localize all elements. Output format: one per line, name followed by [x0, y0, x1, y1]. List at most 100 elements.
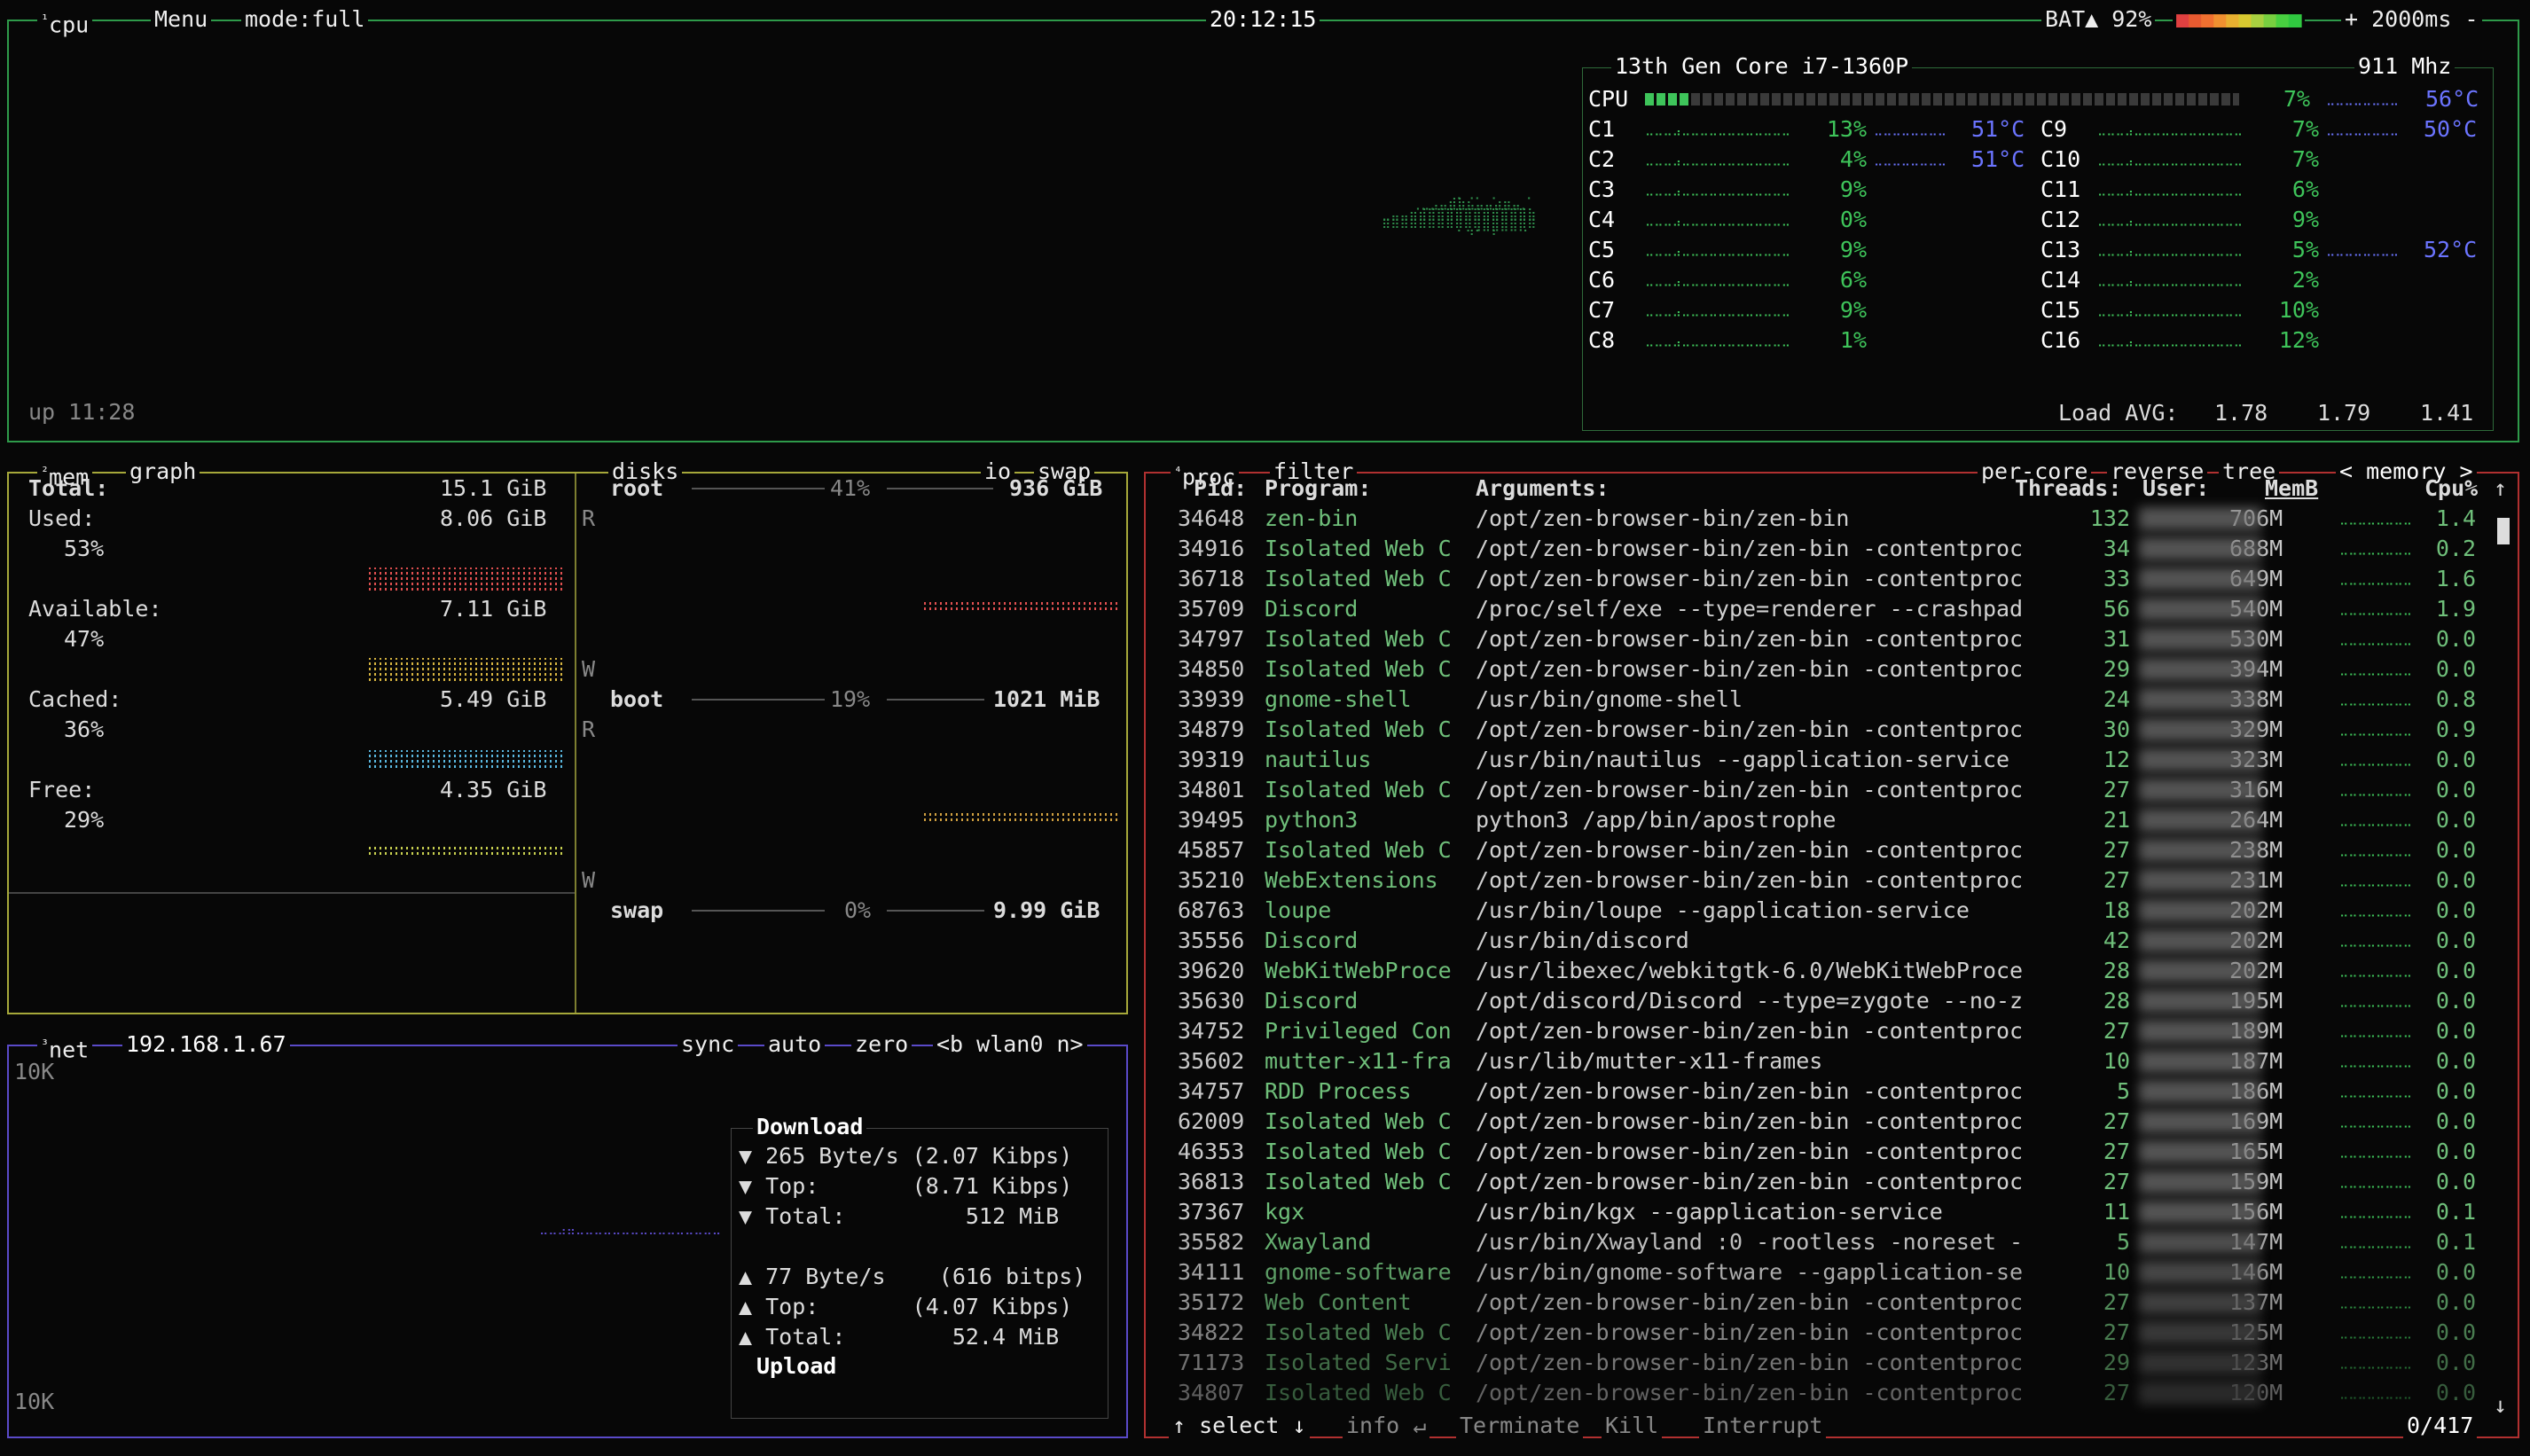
table-row[interactable]: 36813 Isolated Web C/opt/zen-browser-bin/…	[1146, 1167, 2511, 1197]
core-name: C14	[2040, 267, 2081, 293]
header-pid[interactable]: Pid:	[1194, 474, 1247, 504]
table-row[interactable]: 34648 zen-bin/opt/zen-browser-bin/zen-bin…	[1146, 504, 2511, 534]
core-pct: 7%	[2291, 116, 2319, 142]
program-cell: Isolated Web C	[1265, 626, 1452, 652]
table-row[interactable]: 33939gnome-shell/usr/bin/gnome-shell2433…	[1146, 685, 2511, 715]
cpu-graph: ⡀⢀⡀ ⡀ ⢀ ⢀⣀⣠⣤⣾⣷⣦⣤⣤⣴⣶⣤⡀ ⣀⣤⣤⣶⣾⣿⣿⣿⣿⣿⣿⣿⣿⣿⣿⣿⣷ …	[1382, 188, 1537, 243]
interrupt-button[interactable]: Interrupt	[1699, 1412, 1827, 1440]
net-sync-toggle[interactable]: sync	[678, 1030, 739, 1059]
refresh-interval[interactable]: + 2000ms -	[2341, 5, 2482, 34]
table-row[interactable]: 39620 WebKitWebProce/usr/libexec/webkitgt…	[1146, 956, 2511, 986]
arguments-cell: /usr/lib/mutter-x11-frames	[1476, 1048, 1823, 1074]
core-row: C6 ⣀⣀⣀⣠⣀⣀⣀⣀⣀⣀⣀⣀⣀⣀⣀⣀ 6%	[1583, 265, 2026, 295]
program-cell: Isolated Web C	[1265, 716, 1452, 742]
cpu-tab[interactable]: ¹cpu	[37, 5, 93, 40]
graph-toggle[interactable]: graph	[126, 458, 200, 486]
program-cell: Isolated Web C	[1265, 1139, 1452, 1164]
core-pct: 6%	[1839, 267, 1867, 293]
table-row[interactable]: 35172 Web Content/opt/zen-browser-bin/zen…	[1146, 1288, 2511, 1318]
threads-cell: 27	[2103, 1319, 2130, 1345]
mem-used-pct: 53%	[64, 536, 105, 561]
arguments-cell: /usr/bin/nautilus --gapplication-service	[1476, 747, 2010, 772]
table-row[interactable]: 35630 Discord/opt/discord/Discord --type=…	[1146, 986, 2511, 1016]
table-row[interactable]: 35709 Discord/proc/self/exe --type=render…	[1146, 594, 2511, 624]
disk-root-name: root	[610, 475, 664, 501]
net-auto-toggle[interactable]: auto	[764, 1030, 826, 1059]
table-row[interactable]: 46353 Isolated Web C/opt/zen-browser-bin/…	[1146, 1137, 2511, 1167]
core-sparkline: ⣀⣀⣀⣠⣀⣀⣀⣀⣀⣀⣀⣀⣀⣀⣀⣀	[2097, 273, 2244, 287]
core-name: C13	[2040, 237, 2081, 262]
net-stats-panel: Download ▼ 265 Byte/s (2.07 Kibps) ▼ Top…	[731, 1113, 1108, 1419]
net-interface-selector[interactable]: <b wlan0 n>	[933, 1030, 1087, 1059]
table-row[interactable]: 62009 Isolated Web C/opt/zen-browser-bin/…	[1146, 1107, 2511, 1137]
disk-swap-size: 9.99 GiB	[993, 897, 1101, 923]
table-row[interactable]: 39319 nautilus/usr/bin/nautilus --gapplic…	[1146, 745, 2511, 775]
user-cell-redacted	[2139, 507, 2261, 530]
table-row[interactable]: 34807 Isolated Web C/opt/zen-browser-bin/…	[1146, 1378, 2511, 1408]
table-row[interactable]: 34801 Isolated Web C/opt/zen-browser-bin/…	[1146, 775, 2511, 805]
core-name: C8	[1588, 327, 1616, 353]
core-pct: 0%	[1839, 207, 1867, 232]
table-row[interactable]: 34879 Isolated Web C/opt/zen-browser-bin/…	[1146, 715, 2511, 745]
cpu-cell: 0.0	[2435, 1018, 2476, 1044]
select-control[interactable]: ↑ select ↓	[1169, 1412, 1310, 1440]
header-mem[interactable]: MemB	[2265, 474, 2318, 504]
header-threads[interactable]: Threads:	[2015, 474, 2121, 504]
threads-cell: 27	[2103, 1169, 2130, 1194]
threads-cell: 27	[2103, 777, 2130, 802]
table-row[interactable]: 36718 Isolated Web C/opt/zen-browser-bin/…	[1146, 564, 2511, 594]
user-cell-redacted	[2139, 1050, 2261, 1073]
pid-cell: 71173	[1178, 1350, 1245, 1375]
pid-cell: 34801	[1178, 777, 1245, 802]
kill-button[interactable]: Kill	[1602, 1412, 1663, 1440]
table-row[interactable]: 34111 gnome-software/usr/bin/gnome-softwa…	[1146, 1257, 2511, 1288]
table-row[interactable]: 71173 Isolated Servi/opt/zen-browser-bin/…	[1146, 1348, 2511, 1378]
battery-cell: ■	[2263, 6, 2276, 32]
disk-boot-graph	[924, 810, 1121, 821]
net-tab-num: ³	[41, 1037, 50, 1053]
table-row[interactable]: 68763 loupe/usr/bin/loupe --gapplication-…	[1146, 896, 2511, 926]
cpu-cell: 0.0	[2435, 1350, 2476, 1375]
table-row[interactable]: 34757 RDD Process/opt/zen-browser-bin/zen…	[1146, 1076, 2511, 1107]
header-program[interactable]: Program:	[1265, 474, 1371, 504]
core-pct: 10%	[2278, 297, 2319, 323]
mem-total-value: 15.1 GiB	[440, 475, 547, 501]
table-row[interactable]: 35210 WebExtensions/opt/zen-browser-bin/z…	[1146, 865, 2511, 896]
scroll-up-icon[interactable]: ↑	[2494, 474, 2507, 504]
table-row[interactable]: 35582 Xwayland/usr/bin/Xwayland :0 -rootl…	[1146, 1227, 2511, 1257]
user-cell-redacted	[2139, 1110, 2261, 1133]
info-button[interactable]: info ↵	[1343, 1412, 1430, 1440]
table-row[interactable]: 35602 mutter-x11-fra/usr/lib/mutter-x11-f…	[1146, 1046, 2511, 1076]
table-row[interactable]: 34797 Isolated Web C/opt/zen-browser-bin/…	[1146, 624, 2511, 654]
pid-cell: 39495	[1178, 807, 1245, 833]
header-cpu[interactable]: Cpu%	[2424, 474, 2478, 504]
program-cell: kgx	[1265, 1199, 1305, 1225]
net-zero-button[interactable]: zero	[851, 1030, 913, 1059]
user-cell-redacted	[2139, 1201, 2261, 1224]
table-row[interactable]: 34822 Isolated Web C/opt/zen-browser-bin/…	[1146, 1318, 2511, 1348]
table-row[interactable]: 34850 Isolated Web C/opt/zen-browser-bin/…	[1146, 654, 2511, 685]
table-row[interactable]: 45857 Isolated Web C/opt/zen-browser-bin/…	[1146, 835, 2511, 865]
table-row[interactable]: 34916 Isolated Web C/opt/zen-browser-bin/…	[1146, 534, 2511, 564]
cpu-cell: 0.0	[2435, 777, 2476, 802]
arguments-cell: /opt/zen-browser-bin/zen-bin -contentpro…	[1476, 536, 2024, 561]
threads-cell: 27	[2103, 837, 2130, 863]
terminate-button[interactable]: Terminate	[1456, 1412, 1584, 1440]
core-sparkline: ⣀⣀⣀⣠⣀⣀⣀⣀⣀⣀⣀⣀⣀⣀⣀⣀	[1645, 333, 1791, 348]
pid-cell: 35602	[1178, 1048, 1245, 1074]
disk-boot-line2	[887, 699, 984, 701]
user-cell-redacted	[2139, 839, 2261, 862]
table-row[interactable]: 35556Discord/usr/bin/discord42202M0.0⣀⣀⣀…	[1146, 926, 2511, 956]
table-row[interactable]: 39495 python3 python3 /app/bin/apostrophe 2…	[1146, 805, 2511, 835]
mem-cached-label: Cached:	[28, 686, 122, 712]
user-cell-redacted	[2139, 568, 2261, 591]
core-temp-sparkline: ⣀⣀⣀⣀⣀⣀⣀⣀	[1874, 122, 1947, 137]
header-arguments[interactable]: Arguments:	[1476, 474, 1610, 504]
table-row[interactable]: 34752 Privileged Con/opt/zen-browser-bin/…	[1146, 1016, 2511, 1046]
header-user[interactable]: User:	[2142, 474, 2209, 504]
user-cell-redacted	[2139, 1140, 2261, 1163]
menu-button[interactable]: Menu	[151, 5, 212, 34]
mode-button[interactable]: mode:full	[241, 5, 369, 34]
core-pct: 9%	[1839, 176, 1867, 202]
table-row[interactable]: 37367 kgx/usr/bin/kgx --gapplication-serv…	[1146, 1197, 2511, 1227]
